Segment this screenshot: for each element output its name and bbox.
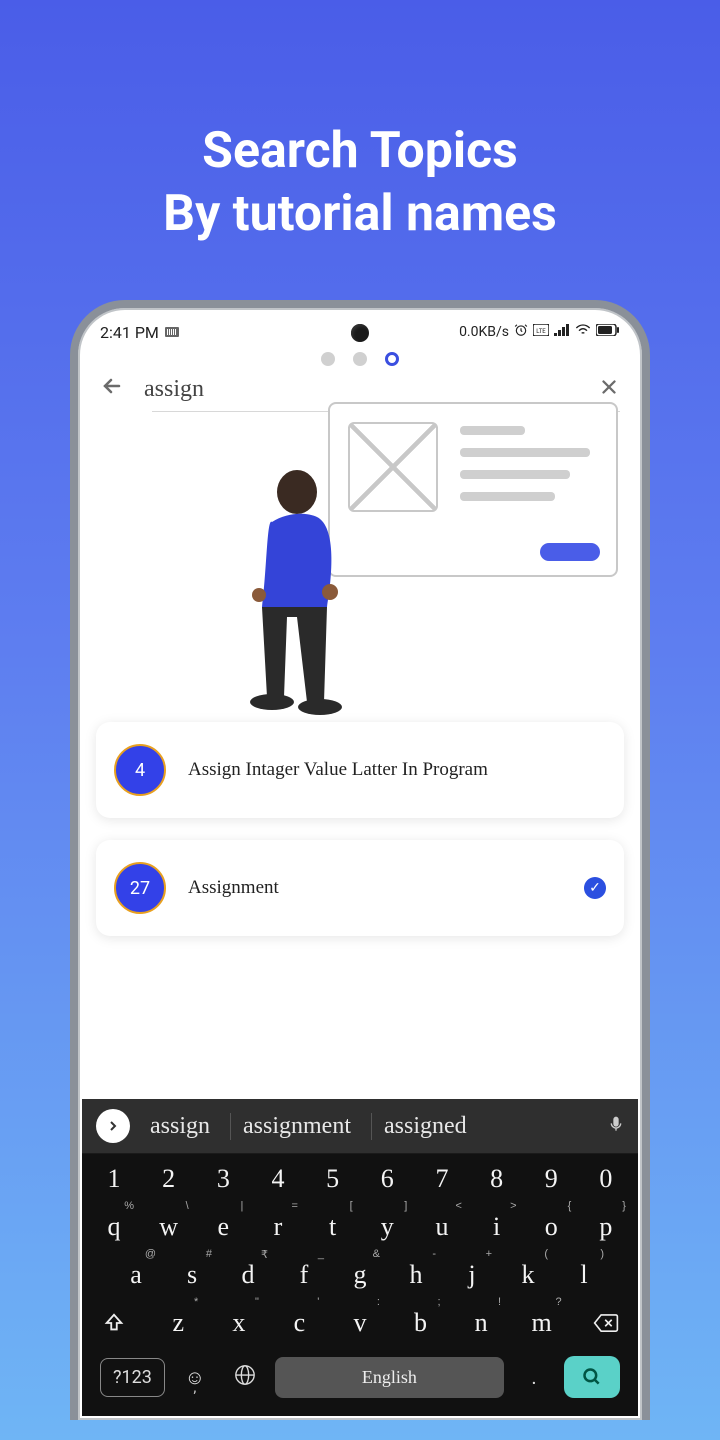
keyboard-indicator-icon	[165, 327, 179, 337]
language-key[interactable]	[225, 1364, 265, 1391]
key-j[interactable]: j+	[448, 1260, 496, 1290]
illustration-card	[328, 402, 618, 577]
person-illustration-icon	[212, 467, 362, 727]
page-dot-active	[385, 352, 399, 366]
key-w[interactable]: w\	[145, 1212, 193, 1242]
key-v[interactable]: v:	[336, 1308, 384, 1338]
key-2[interactable]: 2	[145, 1164, 193, 1194]
key-o[interactable]: o{	[527, 1212, 575, 1242]
promo-line2: By tutorial names	[163, 183, 557, 246]
page-dot	[321, 352, 335, 366]
back-arrow-icon[interactable]	[100, 374, 124, 405]
key-s[interactable]: s#	[168, 1260, 216, 1290]
clear-search-icon[interactable]	[598, 375, 620, 405]
suggestion[interactable]: assignment	[230, 1113, 363, 1140]
signal-icon	[554, 324, 570, 340]
key-r[interactable]: r=	[254, 1212, 302, 1242]
promo-title: Search Topics By tutorial names	[163, 120, 557, 245]
key-1[interactable]: 1	[90, 1164, 138, 1194]
suggestion[interactable]: assigned	[371, 1113, 479, 1140]
suggestion[interactable]: assign	[138, 1113, 222, 1140]
page-dot	[353, 352, 367, 366]
key-a[interactable]: a@	[112, 1260, 160, 1290]
key-0[interactable]: 0	[582, 1164, 630, 1194]
camera-notch	[351, 324, 369, 342]
key-k[interactable]: k(	[504, 1260, 552, 1290]
symbols-key[interactable]: ?123	[100, 1358, 165, 1397]
result-number-badge: 4	[114, 744, 166, 796]
volte-icon: LTE	[533, 324, 549, 340]
key-6[interactable]: 6	[363, 1164, 411, 1194]
status-net-speed: 0.0KB/s	[459, 324, 509, 340]
key-3[interactable]: 3	[199, 1164, 247, 1194]
key-l[interactable]: l)	[560, 1260, 608, 1290]
shift-key[interactable]	[90, 1308, 138, 1338]
space-key[interactable]: English	[275, 1357, 504, 1398]
illustration-button	[540, 543, 600, 561]
key-9[interactable]: 9	[527, 1164, 575, 1194]
result-card[interactable]: 27 Assignment ✓	[96, 840, 624, 936]
keyboard-suggestion-bar: assign assignment assigned	[82, 1099, 638, 1154]
key-f[interactable]: f_	[280, 1260, 328, 1290]
page-indicator	[82, 346, 638, 366]
key-i[interactable]: i>	[473, 1212, 521, 1242]
emoji-key[interactable]: ☺,	[175, 1365, 215, 1390]
key-8[interactable]: 8	[473, 1164, 521, 1194]
battery-icon	[596, 324, 620, 340]
voice-input-icon[interactable]	[608, 1114, 624, 1139]
key-5[interactable]: 5	[309, 1164, 357, 1194]
key-x[interactable]: x"	[215, 1308, 263, 1338]
result-title: Assignment	[188, 877, 562, 899]
search-action-key[interactable]	[564, 1356, 620, 1398]
key-q[interactable]: q%	[90, 1212, 138, 1242]
alarm-icon	[514, 323, 528, 341]
status-time: 2:41 PM	[100, 323, 159, 342]
backspace-key[interactable]	[582, 1308, 630, 1338]
key-u[interactable]: u<	[418, 1212, 466, 1242]
key-h[interactable]: h-	[392, 1260, 440, 1290]
key-c[interactable]: c'	[275, 1308, 323, 1338]
promo-line1: Search Topics	[163, 120, 557, 183]
key-y[interactable]: y]	[363, 1212, 411, 1242]
key-p[interactable]: p}	[582, 1212, 630, 1242]
key-b[interactable]: b;	[397, 1308, 445, 1338]
key-n[interactable]: n!	[457, 1308, 505, 1338]
key-m[interactable]: m?	[518, 1308, 566, 1338]
svg-text:LTE: LTE	[536, 328, 546, 335]
search-input[interactable]	[144, 376, 578, 403]
illustration	[82, 412, 638, 722]
result-number-badge: 27	[114, 862, 166, 914]
result-card[interactable]: 4 Assign Intager Value Latter In Program	[96, 722, 624, 818]
keyboard: assign assignment assigned 1234567890 q%…	[82, 1099, 638, 1416]
key-d[interactable]: d₹	[224, 1260, 272, 1290]
result-title: Assign Intager Value Latter In Program	[188, 759, 606, 781]
search-results: 4 Assign Intager Value Latter In Program…	[82, 722, 638, 958]
key-e[interactable]: e|	[199, 1212, 247, 1242]
keyboard-keys: 1234567890 q%w\e|r=t[y]u<i>o{p} a@ s# d₹ f_…	[82, 1154, 638, 1416]
completed-check-icon: ✓	[584, 877, 606, 899]
period-key[interactable]: .	[514, 1365, 554, 1389]
expand-suggestions-button[interactable]	[96, 1109, 130, 1143]
key-4[interactable]: 4	[254, 1164, 302, 1194]
key-7[interactable]: 7	[418, 1164, 466, 1194]
key-t[interactable]: t[	[309, 1212, 357, 1242]
wifi-icon	[575, 324, 591, 340]
key-g[interactable]: g&	[336, 1260, 384, 1290]
key-z[interactable]: z*	[154, 1308, 202, 1338]
phone-frame: 2:41 PM 0.0KB/s LTE	[70, 300, 650, 1420]
